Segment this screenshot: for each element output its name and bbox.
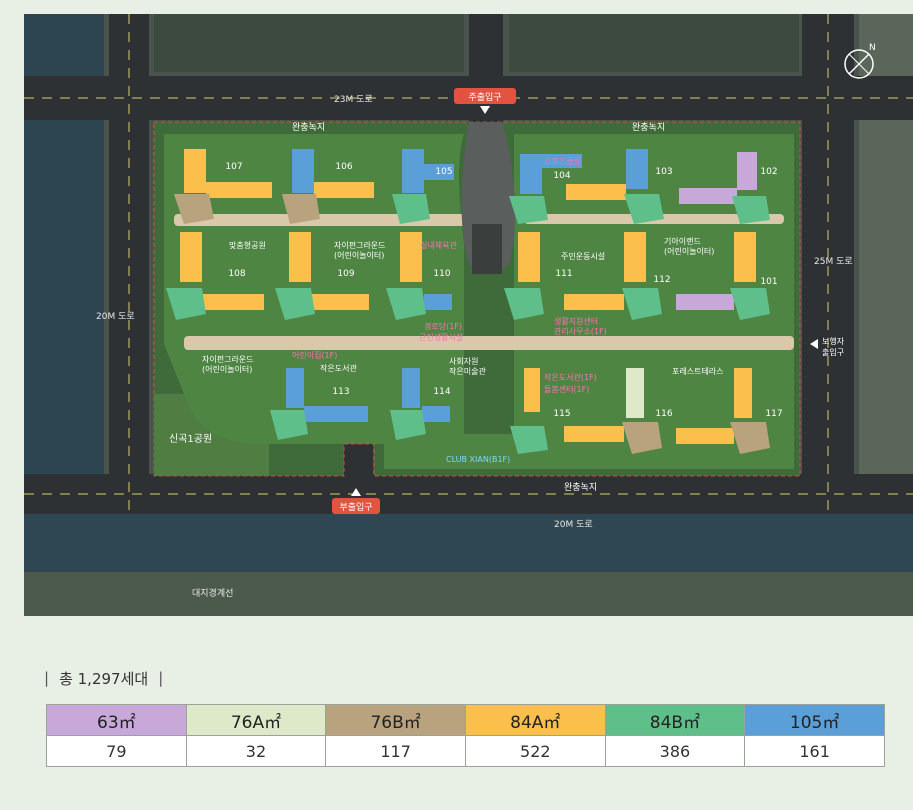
summary-bar-right: | xyxy=(158,669,164,687)
facility-label-f6: 생활지원센터 xyxy=(554,316,598,326)
building-label-112: 112 xyxy=(653,275,670,285)
facility-label-f21: 포레스트테라스 xyxy=(672,367,724,376)
facility-label-f16: 어린이집(1F) xyxy=(292,350,337,360)
type-count-63: 79 xyxy=(46,735,187,767)
type-header-63: 63㎡ xyxy=(46,704,187,736)
canal-label: 대지경계선 xyxy=(192,587,233,599)
building-label-110: 110 xyxy=(433,269,450,279)
building-label-108: 108 xyxy=(228,269,245,279)
facility-label-f14: 자이펀그라운드 xyxy=(202,354,254,364)
type-count-105: 161 xyxy=(744,735,885,767)
household-summary: | 총 1,297세대 | xyxy=(44,668,163,688)
facility-label-f20: 작은미술관 xyxy=(449,366,486,376)
facility-label-f22: CLUB XIAN(B1F) xyxy=(446,455,510,464)
building-label-117: 117 xyxy=(765,409,782,419)
building-label-113: 113 xyxy=(332,387,349,397)
building-label-111: 111 xyxy=(555,269,572,279)
buffer-label-ne: 완충녹지 xyxy=(632,122,665,133)
road-label-east: 25M 도로 xyxy=(814,257,853,267)
main-entrance-label: 주출입구 xyxy=(468,91,501,103)
facility-label-f2: 주민운동시설 xyxy=(561,251,605,261)
unit-type-count-row: 79 32 117 522 386 161 xyxy=(46,735,885,767)
facility-label-f19: 사회자원 xyxy=(449,357,478,366)
building-label-114: 114 xyxy=(433,387,450,397)
facility-label-f3: 스포츠클럽 xyxy=(544,157,581,166)
type-count-84b: 386 xyxy=(604,735,746,767)
building-label-102: 102 xyxy=(760,167,777,177)
facility-label-f11: (어린이놀이터) xyxy=(664,246,714,256)
facility-label-f9: 근린생활시설 xyxy=(419,332,463,342)
building-label-106: 106 xyxy=(335,162,352,172)
buffer-label-nw: 완충녹지 xyxy=(292,122,325,133)
building-label-109: 109 xyxy=(337,269,354,279)
road-label-north: 23M 도로 xyxy=(334,95,373,105)
building-label-105: 105 xyxy=(435,167,452,177)
building-label-116: 116 xyxy=(655,409,672,419)
unit-type-table: 63㎡ 76A㎡ 76B㎡ 84A㎡ 84B㎡ 105㎡ 79 32 117 5… xyxy=(46,704,885,767)
building-label-104: 104 xyxy=(553,171,570,181)
facility-label-f10: 기아이랜드 xyxy=(664,236,701,246)
svg-text:N: N xyxy=(869,43,876,53)
facility-label-f5: 경로당(1F) xyxy=(424,321,462,331)
type-header-84b: 84B㎡ xyxy=(604,704,746,736)
facility-label-f13: (어린이놀이터) xyxy=(334,250,384,260)
facility-label-f15: (어린이놀이터) xyxy=(202,364,252,374)
type-header-84a: 84A㎡ xyxy=(464,704,606,736)
sub-entrance-label: 부출입구 xyxy=(339,501,372,513)
type-header-76a: 76A㎡ xyxy=(185,704,327,736)
type-header-105: 105㎡ xyxy=(744,704,885,736)
summary-text: 총 1,297세대 xyxy=(59,669,149,688)
site-plan-map: 107 106 105 104 103 102 108 109 110 111 … xyxy=(24,14,913,616)
facility-label-f12: 자이펀그라운드 xyxy=(334,240,386,250)
type-count-76a: 32 xyxy=(185,735,327,767)
type-count-76b: 117 xyxy=(325,735,466,767)
facility-label-f1: 맞춤형공원 xyxy=(229,240,266,250)
building-label-107: 107 xyxy=(225,162,242,172)
building-label-103: 103 xyxy=(655,167,672,177)
type-header-76b: 76B㎡ xyxy=(325,704,466,736)
facility-label-f8: 작은도서관(1F) xyxy=(544,372,597,382)
unit-type-header-row: 63㎡ 76A㎡ 76B㎡ 84A㎡ 84B㎡ 105㎡ xyxy=(46,704,885,736)
pedestrian-entrance-line2: 출입구 xyxy=(822,347,844,357)
pedestrian-entrance-line1: 보행자 xyxy=(822,336,845,346)
park-label: 신곡1공원 xyxy=(169,433,212,445)
buffer-label-s: 완충녹지 xyxy=(564,482,597,493)
facility-label-f7: 관리사무소(1F) xyxy=(554,326,607,336)
road-label-west: 20M 도로 xyxy=(96,312,135,322)
building-label-115: 115 xyxy=(553,409,570,419)
type-count-84a: 522 xyxy=(464,735,606,767)
facility-label-f18: 돌봄센터(1F) xyxy=(544,384,589,394)
summary-bar-left: | xyxy=(44,669,50,687)
building-label-101: 101 xyxy=(760,277,777,287)
facility-label-f4: 실내체육관 xyxy=(420,240,457,250)
road-label-south: 20M 도로 xyxy=(554,520,593,530)
site-plan-svg: 107 106 105 104 103 102 108 109 110 111 … xyxy=(24,14,913,616)
facility-label-f17: 작은도서관 xyxy=(320,363,357,373)
